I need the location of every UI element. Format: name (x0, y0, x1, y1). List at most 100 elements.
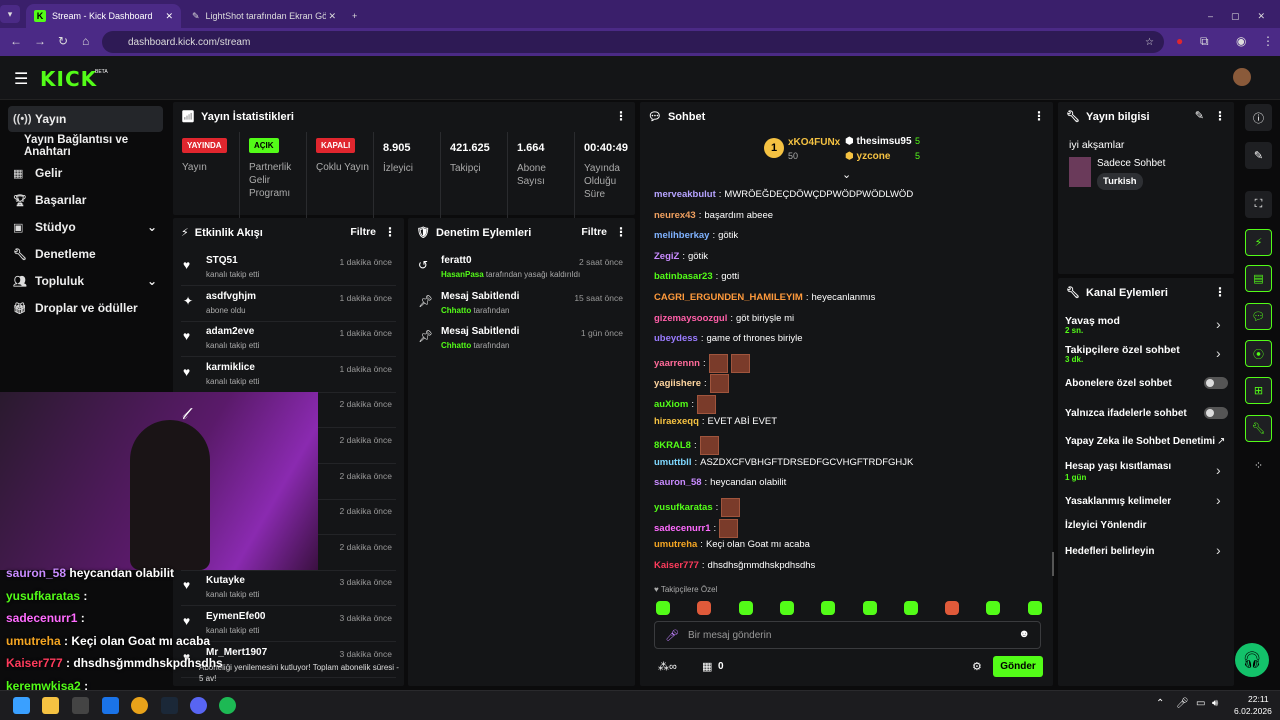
home-icon[interactable]: ⌂ (82, 34, 89, 48)
back-icon[interactable]: ← (10, 34, 22, 48)
emote-icon[interactable] (945, 601, 960, 615)
more-options-icon[interactable]: ⋮ (384, 225, 396, 239)
activity-row[interactable]: ♥ Kutayke kanalı takip etti 3 dakika önce (181, 570, 396, 607)
edit-pencil-icon[interactable]: ✎ (1195, 109, 1204, 122)
category-name[interactable]: Sadece Sohbet (1097, 158, 1165, 169)
tray-chevron-icon[interactable]: ⌃ (1156, 698, 1164, 709)
hamburger-menu-icon[interactable]: ☰ (14, 69, 28, 89)
support-headset-icon[interactable]: 🎧︎ (1235, 643, 1269, 677)
close-icon[interactable]: ✕ (328, 11, 336, 22)
more-options-icon[interactable]: ⋮ (1033, 109, 1045, 123)
browser-menu-icon[interactable]: ⋮ (1262, 34, 1274, 48)
activity-user[interactable]: karmiklice (206, 362, 255, 373)
send-button[interactable]: Gönder (993, 656, 1043, 677)
maximize-icon[interactable]: ▢ (1231, 11, 1240, 22)
discord-icon[interactable] (190, 697, 207, 714)
close-window-icon[interactable]: ✕ (1258, 11, 1266, 22)
url-input[interactable]: dashboard.kick.com/stream ☆ (102, 31, 1164, 53)
chat-username[interactable]: melihberkay (654, 230, 709, 241)
moderation-row[interactable]: 📌︎ Mesaj Sabitlendi Chhatto tarafından 15 s… (416, 286, 627, 322)
sidebar-item-gelir[interactable]: ▦ Gelir (8, 160, 163, 186)
forward-icon[interactable]: → (34, 34, 46, 48)
activity-user[interactable]: adam2eve (206, 326, 254, 337)
top-gifter-2[interactable]: ⬢ thesimsu95 (845, 136, 912, 147)
window-controls[interactable]: – ▢ ✕ (1200, 4, 1280, 28)
chat-username[interactable]: Kaiser777 (654, 560, 699, 571)
chat-username[interactable]: yagiishere (654, 378, 701, 389)
collapse-icon[interactable]: ⌄ (842, 168, 851, 181)
emote-icon[interactable] (656, 601, 670, 615)
community-points-icon[interactable]: ⁂∞ (658, 660, 677, 673)
activity-row[interactable]: ♥ adam2eve kanalı takip etti 1 dakika önce (181, 321, 396, 358)
tag-chip[interactable]: Turkish (1097, 173, 1143, 190)
activity-row[interactable]: ♥ karmiklice kanalı takip etti 1 dakika önc… (181, 357, 396, 393)
top-gifter-3[interactable]: ⬢ yzcone (845, 151, 890, 162)
close-icon[interactable]: ✕ (165, 11, 173, 22)
chat-username[interactable]: umuttbll (654, 457, 691, 468)
wrench-icon[interactable]: 🔧︎ (1245, 415, 1272, 442)
emote-icon[interactable] (903, 601, 918, 615)
emote-icon[interactable] (862, 601, 877, 615)
chat-bubble-icon[interactable]: 💬︎ (1245, 303, 1272, 330)
activity-user[interactable]: STQ51 (206, 255, 238, 266)
bolt-icon[interactable]: ⚡︎ (1245, 229, 1272, 256)
chat-username[interactable]: ZegiZ (654, 251, 679, 262)
activity-row[interactable]: ♥ EymenEfe00 kanalı takip etti 3 dakika önc… (181, 606, 396, 642)
scrollbar[interactable] (1052, 552, 1054, 576)
file-explorer-icon[interactable] (42, 697, 59, 714)
spotify-icon[interactable] (219, 697, 236, 714)
emote-icon[interactable] (738, 601, 753, 615)
clipboard-icon[interactable]: ▤ (1245, 265, 1272, 292)
mic-icon[interactable]: 🎤︎ (665, 629, 679, 642)
emote-icon[interactable] (779, 601, 794, 615)
top-gifter-name[interactable]: xKO4FUNx (788, 137, 840, 148)
windows-start-icon[interactable] (13, 697, 30, 714)
emote-only-toggle[interactable] (1204, 407, 1228, 419)
display-icon[interactable]: ▭ (1196, 698, 1205, 709)
drag-handle-icon[interactable]: ⁘ (1245, 452, 1272, 479)
chat-username[interactable]: yusufkaratas (654, 502, 713, 513)
chat-username[interactable]: gizemaysoozgul (654, 313, 727, 324)
chat-username[interactable]: yaarrennn (654, 358, 700, 369)
moderator-name[interactable]: Chhatto (441, 306, 471, 315)
emote-icon[interactable] (1027, 601, 1042, 615)
chat-username[interactable]: sadecenurr1 (654, 523, 711, 534)
moderator-name[interactable]: HasanPasa (441, 270, 484, 279)
chat-username[interactable]: CAGRI_ERGUNDEN_HAMILEYIM (654, 292, 803, 303)
filter-button[interactable]: Filtre (581, 226, 607, 238)
emote-icon[interactable] (986, 601, 1001, 615)
reload-icon[interactable]: ↻ (58, 34, 68, 48)
activity-user[interactable]: EymenEfe00 (206, 611, 265, 622)
chrome-icon[interactable] (131, 697, 148, 714)
chat-username[interactable]: hiraexeqq (654, 416, 699, 427)
tab-lightshot[interactable]: ✎ LightShot tarafından Ekran Gör ✕ (184, 4, 344, 28)
steam-icon[interactable] (161, 697, 178, 714)
minimize-icon[interactable]: – (1208, 11, 1213, 21)
chat-username[interactable]: neurex43 (654, 210, 696, 221)
activity-user[interactable]: Kutayke (206, 575, 245, 586)
clock-time[interactable]: 22:11 (1248, 694, 1269, 704)
activity-user[interactable]: asdfvghjm (206, 291, 256, 302)
store-icon[interactable] (72, 697, 89, 714)
sidebar-item-stream-key[interactable]: Yayın Bağlantısı ve Anahtarı (8, 133, 173, 159)
outlook-icon[interactable] (102, 697, 119, 714)
chat-username[interactable]: sauron_58 (654, 477, 702, 488)
mic-icon[interactable]: 🎤︎ (1176, 698, 1189, 709)
activity-row[interactable]: ✦ asdfvghjm abone oldu 1 dakika önce (181, 286, 396, 322)
tab-menu-icon[interactable]: ▾ (0, 5, 20, 23)
extension-icon[interactable]: ● (1176, 34, 1183, 48)
moderation-row[interactable]: ↺ feratt0 HasanPasa tarafından yasağı kald… (416, 250, 627, 286)
emote-icon[interactable] (697, 601, 712, 615)
chat-username[interactable]: merveakbulut (654, 189, 716, 200)
gift-icon[interactable]: ▦ (702, 660, 712, 673)
volume-icon[interactable]: 🔊︎ (1212, 698, 1218, 709)
extensions-puzzle-icon[interactable]: ⧉ (1200, 34, 1209, 49)
bookmark-star-icon[interactable]: ☆ (1145, 37, 1154, 48)
user-avatar[interactable] (1233, 68, 1251, 86)
profile-avatar-icon[interactable]: ◉ (1236, 34, 1246, 48)
chat-username[interactable]: umutreha (654, 539, 697, 550)
kick-logo[interactable]: KICK (40, 67, 97, 91)
sidebar-item-studyo[interactable]: ▣ Stüdyo ⌄ (8, 214, 163, 240)
chat-username[interactable]: ubeydess (654, 333, 698, 344)
moderation-row[interactable]: 📌︎ Mesaj Sabitlendi Chhatto tarafından 1 gü… (416, 321, 627, 357)
